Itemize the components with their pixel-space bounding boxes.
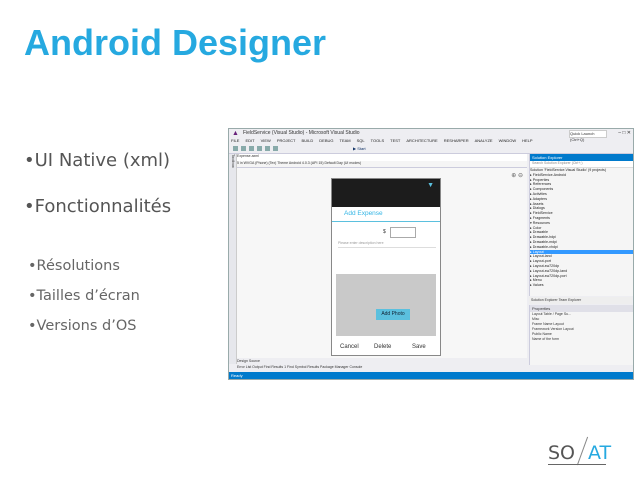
properties-title: Properties — [530, 305, 633, 312]
menu-item[interactable]: BUILD — [301, 138, 313, 143]
sub-bullet-tailles: •Tailles d’écran — [28, 288, 140, 304]
menu-item[interactable]: VIEW — [261, 138, 271, 143]
property-row[interactable]: Name of the form — [530, 337, 633, 342]
phone-action-bar: Add Expense — [332, 207, 440, 222]
ide-menubar: FILE EDIT VIEW PROJECT BUILD DEBUG TEAM SQL TOOL… — [229, 138, 633, 145]
bullet-fonctionnalites: •Fonctionnalités — [24, 196, 172, 217]
menu-item[interactable]: SQL — [357, 138, 365, 143]
menu-item[interactable]: WINDOW — [499, 138, 517, 143]
phone-status-bar: ▼ — [332, 179, 440, 207]
menu-item[interactable]: DEBUG — [319, 138, 333, 143]
designer-mode-tabs[interactable]: Design Source — [237, 359, 527, 364]
photo-area: Add Photo — [336, 274, 436, 336]
sub-bullet-resolutions: •Résolutions — [28, 258, 120, 274]
designer-config-bar[interactable]: 5 in WVGA (Phone) (Tex) Theme Android 4.… — [237, 161, 527, 168]
start-debug-button[interactable]: ▶ Start — [353, 146, 366, 151]
toolbox-tab[interactable]: Toolbox — [229, 154, 237, 364]
delete-button[interactable]: Delete — [374, 344, 391, 350]
status-bar: Ready — [229, 372, 633, 379]
logo-slash — [576, 436, 589, 466]
forward-icon[interactable] — [241, 146, 246, 151]
menu-item[interactable]: FILE — [231, 138, 239, 143]
add-expense-title: Add Expense — [344, 210, 383, 217]
ide-toolbar: ▶ Start — [229, 145, 633, 154]
menu-item[interactable]: TEST — [390, 138, 400, 143]
wifi-icon: ▼ — [427, 182, 434, 189]
cancel-button[interactable]: Cancel — [340, 344, 359, 350]
currency-label: $ — [383, 229, 386, 235]
zoom-controls[interactable]: ⊕ ⊖ — [511, 172, 523, 179]
solution-tree-item[interactable]: ▸ Values — [530, 283, 633, 288]
back-icon[interactable] — [233, 146, 238, 151]
menu-item[interactable]: HELP — [522, 138, 532, 143]
menu-item[interactable]: ARCHITECTURE — [406, 138, 437, 143]
save-button[interactable]: Save — [412, 344, 426, 350]
solution-search-input[interactable]: Search Solution Explorer (Ctrl+;) — [530, 161, 633, 168]
menu-item[interactable]: TEAM — [340, 138, 351, 143]
undo-icon[interactable] — [273, 146, 278, 151]
soat-logo: SO AT — [548, 436, 632, 466]
add-photo-button[interactable]: Add Photo — [376, 309, 410, 320]
menu-item[interactable]: EDIT — [245, 138, 254, 143]
solution-explorer-title: Solution Explorer — [530, 154, 633, 161]
phone-action-buttons: Cancel Delete Save — [332, 342, 440, 354]
properties-panel: Properties Layout Table / Page Su... Mis… — [529, 305, 633, 365]
menu-item[interactable]: RESHARPER — [444, 138, 469, 143]
open-icon[interactable] — [257, 146, 262, 151]
menu-item[interactable]: TOOLS — [371, 138, 385, 143]
ide-window-title: FieldService (Visual Studio) - Microsoft… — [243, 130, 360, 136]
quick-launch-input[interactable]: Quick Launch (Ctrl+Q) — [569, 130, 607, 142]
logo-so: SO — [548, 442, 576, 464]
solution-explorer: Solution Explorer Search Solution Explor… — [529, 154, 633, 296]
description-field[interactable]: Please enter description here — [338, 241, 436, 248]
menu-item[interactable]: ANALYZE — [475, 138, 493, 143]
logo-underline — [548, 464, 606, 465]
output-tabs[interactable]: Error List Output Find Results 1 Find Sy… — [237, 365, 527, 371]
new-file-icon[interactable] — [249, 146, 254, 151]
ide-titlebar: ▲ FieldService (Visual Studio) - Microso… — [229, 129, 633, 142]
slide-title: Android Designer — [24, 22, 327, 63]
logo-at: AT — [588, 442, 612, 464]
designer-canvas[interactable]: ⊕ ⊖ ▼ Add Expense $ Please enter descrip… — [237, 168, 527, 358]
amount-field[interactable]: $ — [383, 227, 416, 238]
window-controls[interactable]: – □ ✕ — [618, 130, 631, 136]
menu-item[interactable]: PROJECT — [277, 138, 296, 143]
sub-bullet-versions: •Versions d’OS — [28, 318, 137, 334]
visual-studio-screenshot: ▲ FieldService (Visual Studio) - Microso… — [228, 128, 634, 380]
visual-studio-logo-icon: ▲ — [232, 130, 239, 137]
save-icon[interactable] — [265, 146, 270, 151]
phone-preview: ▼ Add Expense $ Please enter description… — [331, 178, 441, 356]
solution-explorer-tabs[interactable]: Solution Explorer Team Explorer — [529, 297, 632, 304]
bullet-ui-native: •UI Native (xml) — [24, 150, 171, 171]
